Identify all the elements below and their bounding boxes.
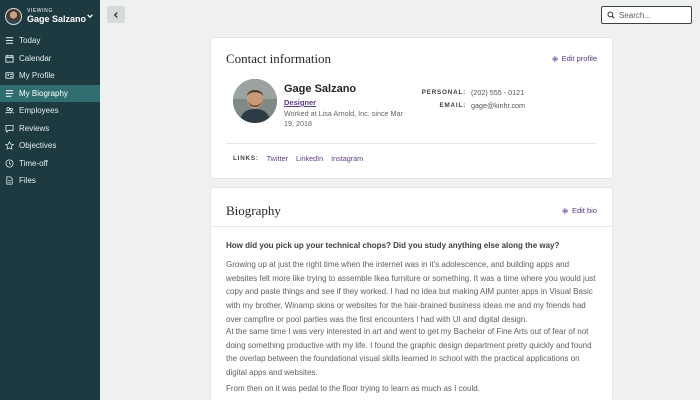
links-row: LINKS: Twitter LinkedIn Instagram <box>233 154 371 163</box>
sidebar-item-files[interactable]: Files <box>0 172 100 190</box>
edit-profile-label: Edit profile <box>561 54 597 63</box>
chat-icon <box>5 124 14 133</box>
sidebar-item-label: Today <box>19 36 41 46</box>
list-icon <box>5 89 14 98</box>
clock-icon <box>5 159 14 168</box>
sidebar-item-label: Objectives <box>19 141 57 151</box>
viewing-label: VIEWING <box>27 7 53 14</box>
user-switcher[interactable]: VIEWING Gage Salzano <box>0 0 100 30</box>
edit-profile-link[interactable]: Edit profile <box>551 54 597 63</box>
sidebar-item-today[interactable]: Today <box>0 32 100 50</box>
star-icon <box>5 141 14 151</box>
divider <box>211 226 612 227</box>
sidebar-item-label: Calendar <box>19 53 52 63</box>
edit-bio-link[interactable]: Edit bio <box>561 206 597 215</box>
sidebar-item-label: My Profile <box>19 71 55 81</box>
sidebar-item-label: Files <box>19 176 36 186</box>
sidebar-item-label: My Biography <box>19 88 68 98</box>
bio-paragraph: From then on it was pedal to the floor t… <box>226 384 480 393</box>
sidebar-item-label: Employees <box>19 106 59 116</box>
divider <box>226 143 597 144</box>
twitter-link[interactable]: Twitter <box>267 154 288 163</box>
list-icon <box>5 36 14 45</box>
bio-paragraph: Growing up at just the right time when t… <box>226 260 596 324</box>
avatar <box>5 7 22 25</box>
instagram-link[interactable]: Instagram <box>331 154 363 163</box>
back-button[interactable] <box>107 6 125 23</box>
sidebar-item-calendar[interactable]: Calendar <box>0 50 100 68</box>
edit-bio-label: Edit bio <box>571 206 597 215</box>
links-label: LINKS: <box>233 155 259 162</box>
calendar-icon <box>5 54 14 63</box>
contact-card: Contact information Edit profile Gage Sa… <box>211 38 612 178</box>
biography-title: Biography <box>226 203 281 218</box>
email-value: gage@kinhr.com <box>471 101 526 110</box>
sidebar-item-employees[interactable]: Employees <box>0 102 100 120</box>
search-box[interactable] <box>601 6 692 24</box>
role-link[interactable]: Designer <box>284 98 316 107</box>
profile-photo <box>233 79 277 123</box>
sidebar: VIEWING Gage Salzano Today Calendar My P… <box>0 0 100 400</box>
user-name: Gage Salzano <box>27 13 87 24</box>
personal-label: PERSONAL: <box>421 89 466 96</box>
search-icon <box>607 11 615 19</box>
bio-paragraph: At the same time I was very interested i… <box>226 327 592 378</box>
sidebar-item-time-off[interactable]: Time-off <box>0 155 100 173</box>
personal-phone: (202) 555 - 0121 <box>471 88 525 97</box>
email-label: EMAIL: <box>439 102 466 109</box>
contact-name: Gage Salzano <box>284 83 357 95</box>
bio-question: How did you pick up your technical chops… <box>226 241 560 250</box>
chevron-left-icon <box>113 11 118 18</box>
biography-card: Biography Edit bio How did you pick up y… <box>211 188 612 400</box>
people-icon <box>5 106 14 115</box>
gear-icon <box>551 55 558 62</box>
sidebar-item-my-profile[interactable]: My Profile <box>0 67 100 85</box>
sidebar-nav: Today Calendar My Profile My Biography E… <box>0 32 100 190</box>
chevron-down-icon[interactable] <box>86 12 94 20</box>
profile-card-icon <box>5 71 14 80</box>
sidebar-item-label: Time-off <box>19 158 48 168</box>
sidebar-item-objectives[interactable]: Objectives <box>0 137 100 155</box>
file-icon <box>5 176 14 185</box>
contact-title: Contact information <box>226 51 332 66</box>
search-input[interactable] <box>619 10 685 20</box>
sidebar-item-my-biography[interactable]: My Biography <box>0 84 100 102</box>
user-switcher-text: VIEWING Gage Salzano <box>27 7 87 24</box>
linkedin-link[interactable]: LinkedIn <box>296 154 323 163</box>
sidebar-item-reviews[interactable]: Reviews <box>0 120 100 138</box>
sidebar-item-label: Reviews <box>19 123 50 133</box>
employment-info: Worked at Lisa Arnold, Inc. since Mar 19… <box>284 109 403 128</box>
gear-icon <box>562 207 568 214</box>
